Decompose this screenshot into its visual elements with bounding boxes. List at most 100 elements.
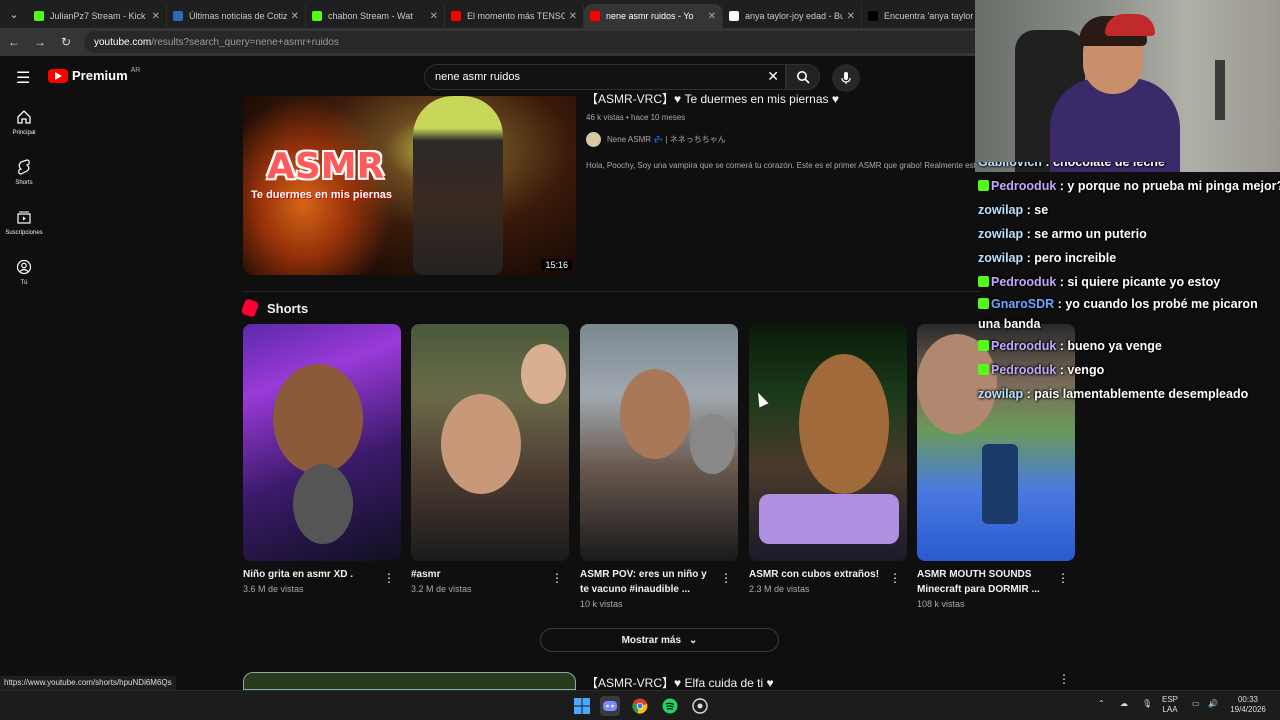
search-input[interactable]: nene asmr ruidos ✕ (424, 64, 786, 90)
thumbnail-face (521, 344, 566, 404)
nav-item-subscriptions[interactable]: Suscripciones (0, 196, 48, 246)
short-card[interactable]: Niño grita en asmr XD . 3.6 M de vistas … (243, 324, 401, 594)
short-title[interactable]: Niño grita en asmr XD . (243, 567, 401, 582)
browser-tab[interactable]: El momento más TENSO ✕ (445, 4, 584, 28)
kick-badge-icon (978, 298, 989, 309)
chevron-down-icon: ⌄ (689, 634, 698, 646)
chrome-icon[interactable] (630, 696, 650, 716)
nav-item-shorts[interactable]: Shorts (0, 146, 48, 196)
language-code: ESP (1162, 695, 1179, 704)
region-code: AR (130, 67, 141, 74)
search-value: nene asmr ruidos (435, 71, 520, 83)
chat-username: zowilap (978, 227, 1024, 241)
chat-username: Pedrooduk (991, 179, 1057, 193)
search-icon (797, 71, 810, 84)
tab-close-icon[interactable]: ✕ (291, 11, 299, 22)
short-thumbnail[interactable] (411, 324, 569, 561)
shorts-logo-icon (240, 298, 260, 318)
video-meta: 46 k vistas • hace 10 meses (586, 113, 686, 122)
browser-tab[interactable]: Últimas noticias de Cotiza ✕ (167, 4, 306, 28)
nav-label: Suscripciones (5, 230, 43, 236)
chat-username: Gabilovich (978, 162, 1042, 169)
short-title[interactable]: ASMR con cubos extraños! (749, 567, 907, 582)
chat-separator: : (1023, 251, 1035, 265)
search-button[interactable] (786, 64, 820, 90)
more-options-icon[interactable]: ⋮ (720, 571, 732, 585)
discord-icon[interactable] (600, 696, 620, 716)
back-button[interactable]: ← (2, 30, 26, 54)
thumbnail-subtitle-text: Te duermes en mis piernas (251, 189, 393, 201)
video-duration: 15:16 (541, 259, 572, 271)
language-indicator[interactable]: ESP LAA (1162, 695, 1178, 715)
tab-close-icon[interactable]: ✕ (847, 11, 855, 22)
webcam-overlay (975, 0, 1280, 172)
chat-text: pais lamentablemente desempleado (1034, 387, 1249, 401)
browser-tab[interactable]: JulianPz7 Stream - Kick De ✕ (28, 4, 167, 28)
youtube-logo[interactable]: Premium AR (48, 67, 141, 83)
section-divider (243, 291, 980, 292)
menu-icon[interactable]: ☰ (16, 68, 30, 88)
short-thumbnail[interactable] (580, 324, 738, 561)
tab-search-button[interactable]: ⌄ (0, 0, 28, 28)
thumbnail-face (620, 369, 690, 459)
chat-text: y porque no prueba mi pinga mejor? (1067, 179, 1280, 193)
chat-message: zowilap : se armo un puterio (975, 222, 1280, 246)
short-title[interactable]: ASMR MOUTH SOUNDS Minecraft para DORMIR … (917, 567, 1075, 597)
chat-username: Pedrooduk (991, 275, 1057, 289)
more-options-icon[interactable]: ⋮ (1058, 672, 1070, 686)
next-video-thumbnail[interactable] (243, 672, 576, 690)
forward-button[interactable]: → (28, 30, 52, 54)
tab-close-icon[interactable]: ✕ (152, 11, 160, 22)
kick-badge-icon (978, 180, 989, 191)
short-card[interactable]: ASMR con cubos extraños! 2.3 M de vistas… (749, 324, 907, 594)
clock[interactable]: 00:33 19/4/2026 (1228, 695, 1268, 715)
subscriptions-icon (15, 208, 33, 226)
channel-link[interactable]: Nene ASMR 💤 | ネネっちちゃん (586, 132, 976, 147)
channel-avatar[interactable] (586, 132, 601, 147)
windows-start-icon[interactable] (572, 696, 592, 716)
video-thumbnail[interactable]: ASMR Te duermes en mis piernas 15:16 (243, 96, 576, 275)
chat-username: zowilap (978, 387, 1024, 401)
channel-name[interactable]: Nene ASMR 💤 | ネネっちちゃん (607, 134, 726, 145)
tab-title: Últimas noticias de Cotiza (189, 11, 287, 21)
shorts-header: Shorts (240, 298, 308, 318)
network-icon[interactable]: ▭ (1192, 699, 1200, 709)
spotify-icon[interactable] (660, 696, 680, 716)
next-video-title[interactable]: 【ASMR-VRC】♥ Elfa cuida de ti ♥ (586, 674, 774, 691)
chat-separator: : (1056, 275, 1068, 289)
obs-icon[interactable] (690, 696, 710, 716)
more-options-icon[interactable]: ⋮ (889, 571, 901, 585)
tab-close-icon[interactable]: ✕ (430, 11, 438, 22)
microphone-tray-icon[interactable]: 🎙 (1142, 699, 1152, 709)
short-card[interactable]: #asmr 3.2 M de vistas ⋮ (411, 324, 569, 594)
chat-overlay: Gabilovich : chocolate de leche Pedrooduk… (975, 162, 1280, 414)
tab-favicon-icon (451, 11, 461, 21)
short-title[interactable]: #asmr (411, 567, 569, 582)
short-views: 10 k vistas (580, 599, 623, 609)
onedrive-icon[interactable]: ☁ (1120, 699, 1128, 709)
volume-icon[interactable]: 🔊 (1208, 699, 1218, 709)
browser-tab[interactable]: chabon Stream - Wat ✕ (306, 4, 445, 28)
tray-expand-icon[interactable]: ⌃ (1098, 699, 1105, 709)
browser-tab[interactable]: nene asmr ruidos - Yo ✕ (584, 4, 723, 28)
clear-search-icon[interactable]: ✕ (767, 68, 779, 85)
browser-tab[interactable]: anya taylor-joy edad - Bu ✕ (723, 4, 862, 28)
reload-button[interactable]: ↻ (54, 30, 78, 54)
chat-text: bueno ya venge (1067, 339, 1162, 353)
thumbnail-microphone (690, 414, 735, 474)
short-thumbnail[interactable] (749, 324, 907, 561)
tab-close-icon[interactable]: ✕ (569, 11, 577, 22)
nav-item-home[interactable]: Principal (0, 96, 48, 146)
short-card[interactable]: ASMR POV: eres un niño y te vacuno #inau… (580, 324, 738, 609)
nav-item-you[interactable]: Tú (0, 246, 48, 296)
short-title[interactable]: ASMR POV: eres un niño y te vacuno #inau… (580, 567, 738, 597)
more-options-icon[interactable]: ⋮ (1057, 571, 1069, 585)
nav-label: Tú (20, 280, 28, 286)
voice-search-button[interactable] (832, 64, 860, 92)
short-thumbnail[interactable] (243, 324, 401, 561)
show-more-button[interactable]: Mostrar más ⌄ (540, 628, 779, 652)
more-options-icon[interactable]: ⋮ (383, 571, 395, 585)
video-title[interactable]: 【ASMR-VRC】♥ Te duermes en mis piernas ♥ (586, 90, 976, 107)
tab-close-icon[interactable]: ✕ (708, 11, 716, 22)
more-options-icon[interactable]: ⋮ (551, 571, 563, 585)
